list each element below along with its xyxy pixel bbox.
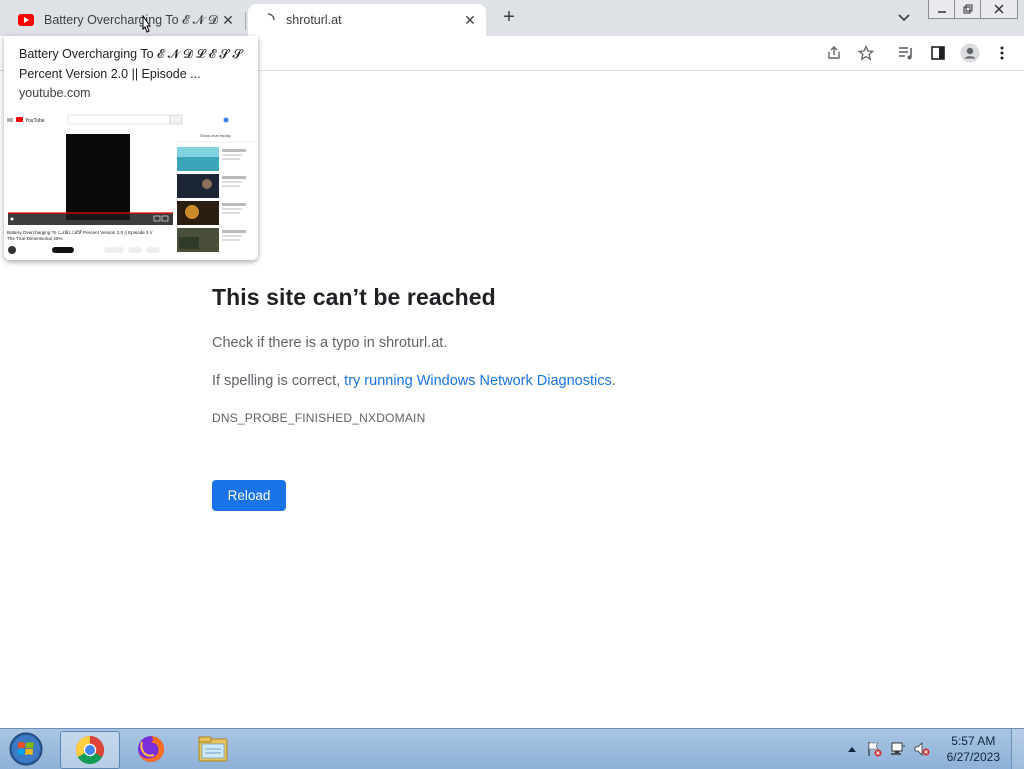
close-window-icon[interactable] — [980, 0, 1018, 19]
thumb-video-title-line2: The True Dimensional 40% — [7, 236, 62, 241]
tab-youtube[interactable]: Battery Overcharging To 𝓔 𝓝 𝓓 𝓛 ✕ — [6, 4, 244, 36]
firefox-icon[interactable] — [122, 731, 180, 767]
thumb-show-chat: Show chat replay — [200, 133, 231, 138]
thumb-youtube-logo: YouTube — [25, 118, 45, 124]
typo-suggestion: Check if there is a typo in shroturl.at. — [212, 335, 912, 351]
tab-shroturl[interactable]: shroturl.at ✕ — [248, 4, 486, 36]
clock-time: 5:57 AM — [951, 734, 996, 748]
tab-separator — [245, 12, 246, 30]
chrome-icon[interactable] — [60, 731, 120, 769]
profile-icon[interactable] — [960, 43, 980, 63]
error-page: This site can’t be reached Check if ther… — [212, 280, 912, 425]
file-explorer-icon[interactable] — [184, 731, 242, 767]
restore-icon[interactable] — [954, 0, 982, 19]
diagnostics-suffix: . — [611, 373, 616, 389]
new-tab-icon[interactable]: + — [498, 6, 520, 28]
media-control-icon[interactable] — [896, 43, 916, 63]
side-panel-icon[interactable] — [928, 43, 948, 63]
tab-close-icon[interactable]: ✕ — [460, 10, 480, 30]
tab-search-icon[interactable] — [894, 8, 914, 28]
clock-date: 6/27/2023 — [946, 750, 1000, 764]
network-diagnostics-link[interactable]: try running Windows Network Diagnostics — [344, 373, 612, 389]
menu-icon[interactable] — [992, 43, 1012, 63]
thumb-video-title: Battery Overcharging To ℰ𝒩𝒟ℒℰ𝒮𝒮 Percent … — [7, 230, 153, 235]
typo-suffix: . — [443, 335, 448, 351]
youtube-icon — [18, 12, 34, 28]
typo-text: Check if there is a typo in — [212, 335, 379, 351]
typo-host: shroturl.at — [378, 335, 444, 351]
tab-title: Battery Overcharging To 𝓔 𝓝 𝓓 𝓛 — [44, 12, 218, 27]
diagnostics-text: If spelling is correct, — [212, 373, 345, 389]
network-icon[interactable] — [890, 741, 906, 757]
error-code: DNS_PROBE_FINISHED_NXDOMAIN — [212, 411, 426, 425]
tab-title: shroturl.at — [286, 13, 342, 27]
start-orb-icon[interactable] — [0, 731, 52, 767]
hover-card-title: Battery Overcharging To 𝓔 𝓝 𝓓 𝓛 𝓔 𝓢 𝓢 Pe… — [19, 47, 243, 81]
volume-muted-icon[interactable] — [914, 741, 930, 757]
error-title: This site can’t be reached — [212, 284, 496, 310]
diagnostics-suggestion: If spelling is correct, try running Wind… — [212, 373, 912, 389]
mouse-cursor-icon — [141, 15, 151, 33]
action-center-flag-icon[interactable] — [866, 741, 882, 757]
show-desktop-button[interactable] — [1011, 729, 1024, 769]
show-hidden-icons[interactable] — [844, 741, 860, 757]
reload-button[interactable]: Reload — [212, 480, 286, 511]
windows-taskbar: 5:57 AM 6/27/2023 — [0, 728, 1024, 769]
hover-card-domain: youtube.com — [19, 86, 91, 100]
minimize-icon[interactable] — [928, 0, 956, 19]
hover-card-thumbnail: YouTube Battery Overcharging To ℰ𝒩𝒟ℒℰ𝒮𝒮 … — [4, 112, 258, 260]
tab-close-icon[interactable]: ✕ — [218, 10, 238, 30]
bookmark-star-icon[interactable] — [856, 43, 876, 63]
share-icon[interactable] — [824, 43, 844, 63]
tab-hover-card: Battery Overcharging To 𝓔 𝓝 𝓓 𝓛 𝓔 𝓢 𝓢 Pe… — [4, 36, 258, 260]
system-clock[interactable]: 5:57 AM 6/27/2023 — [947, 733, 1000, 765]
loading-icon — [260, 12, 276, 28]
